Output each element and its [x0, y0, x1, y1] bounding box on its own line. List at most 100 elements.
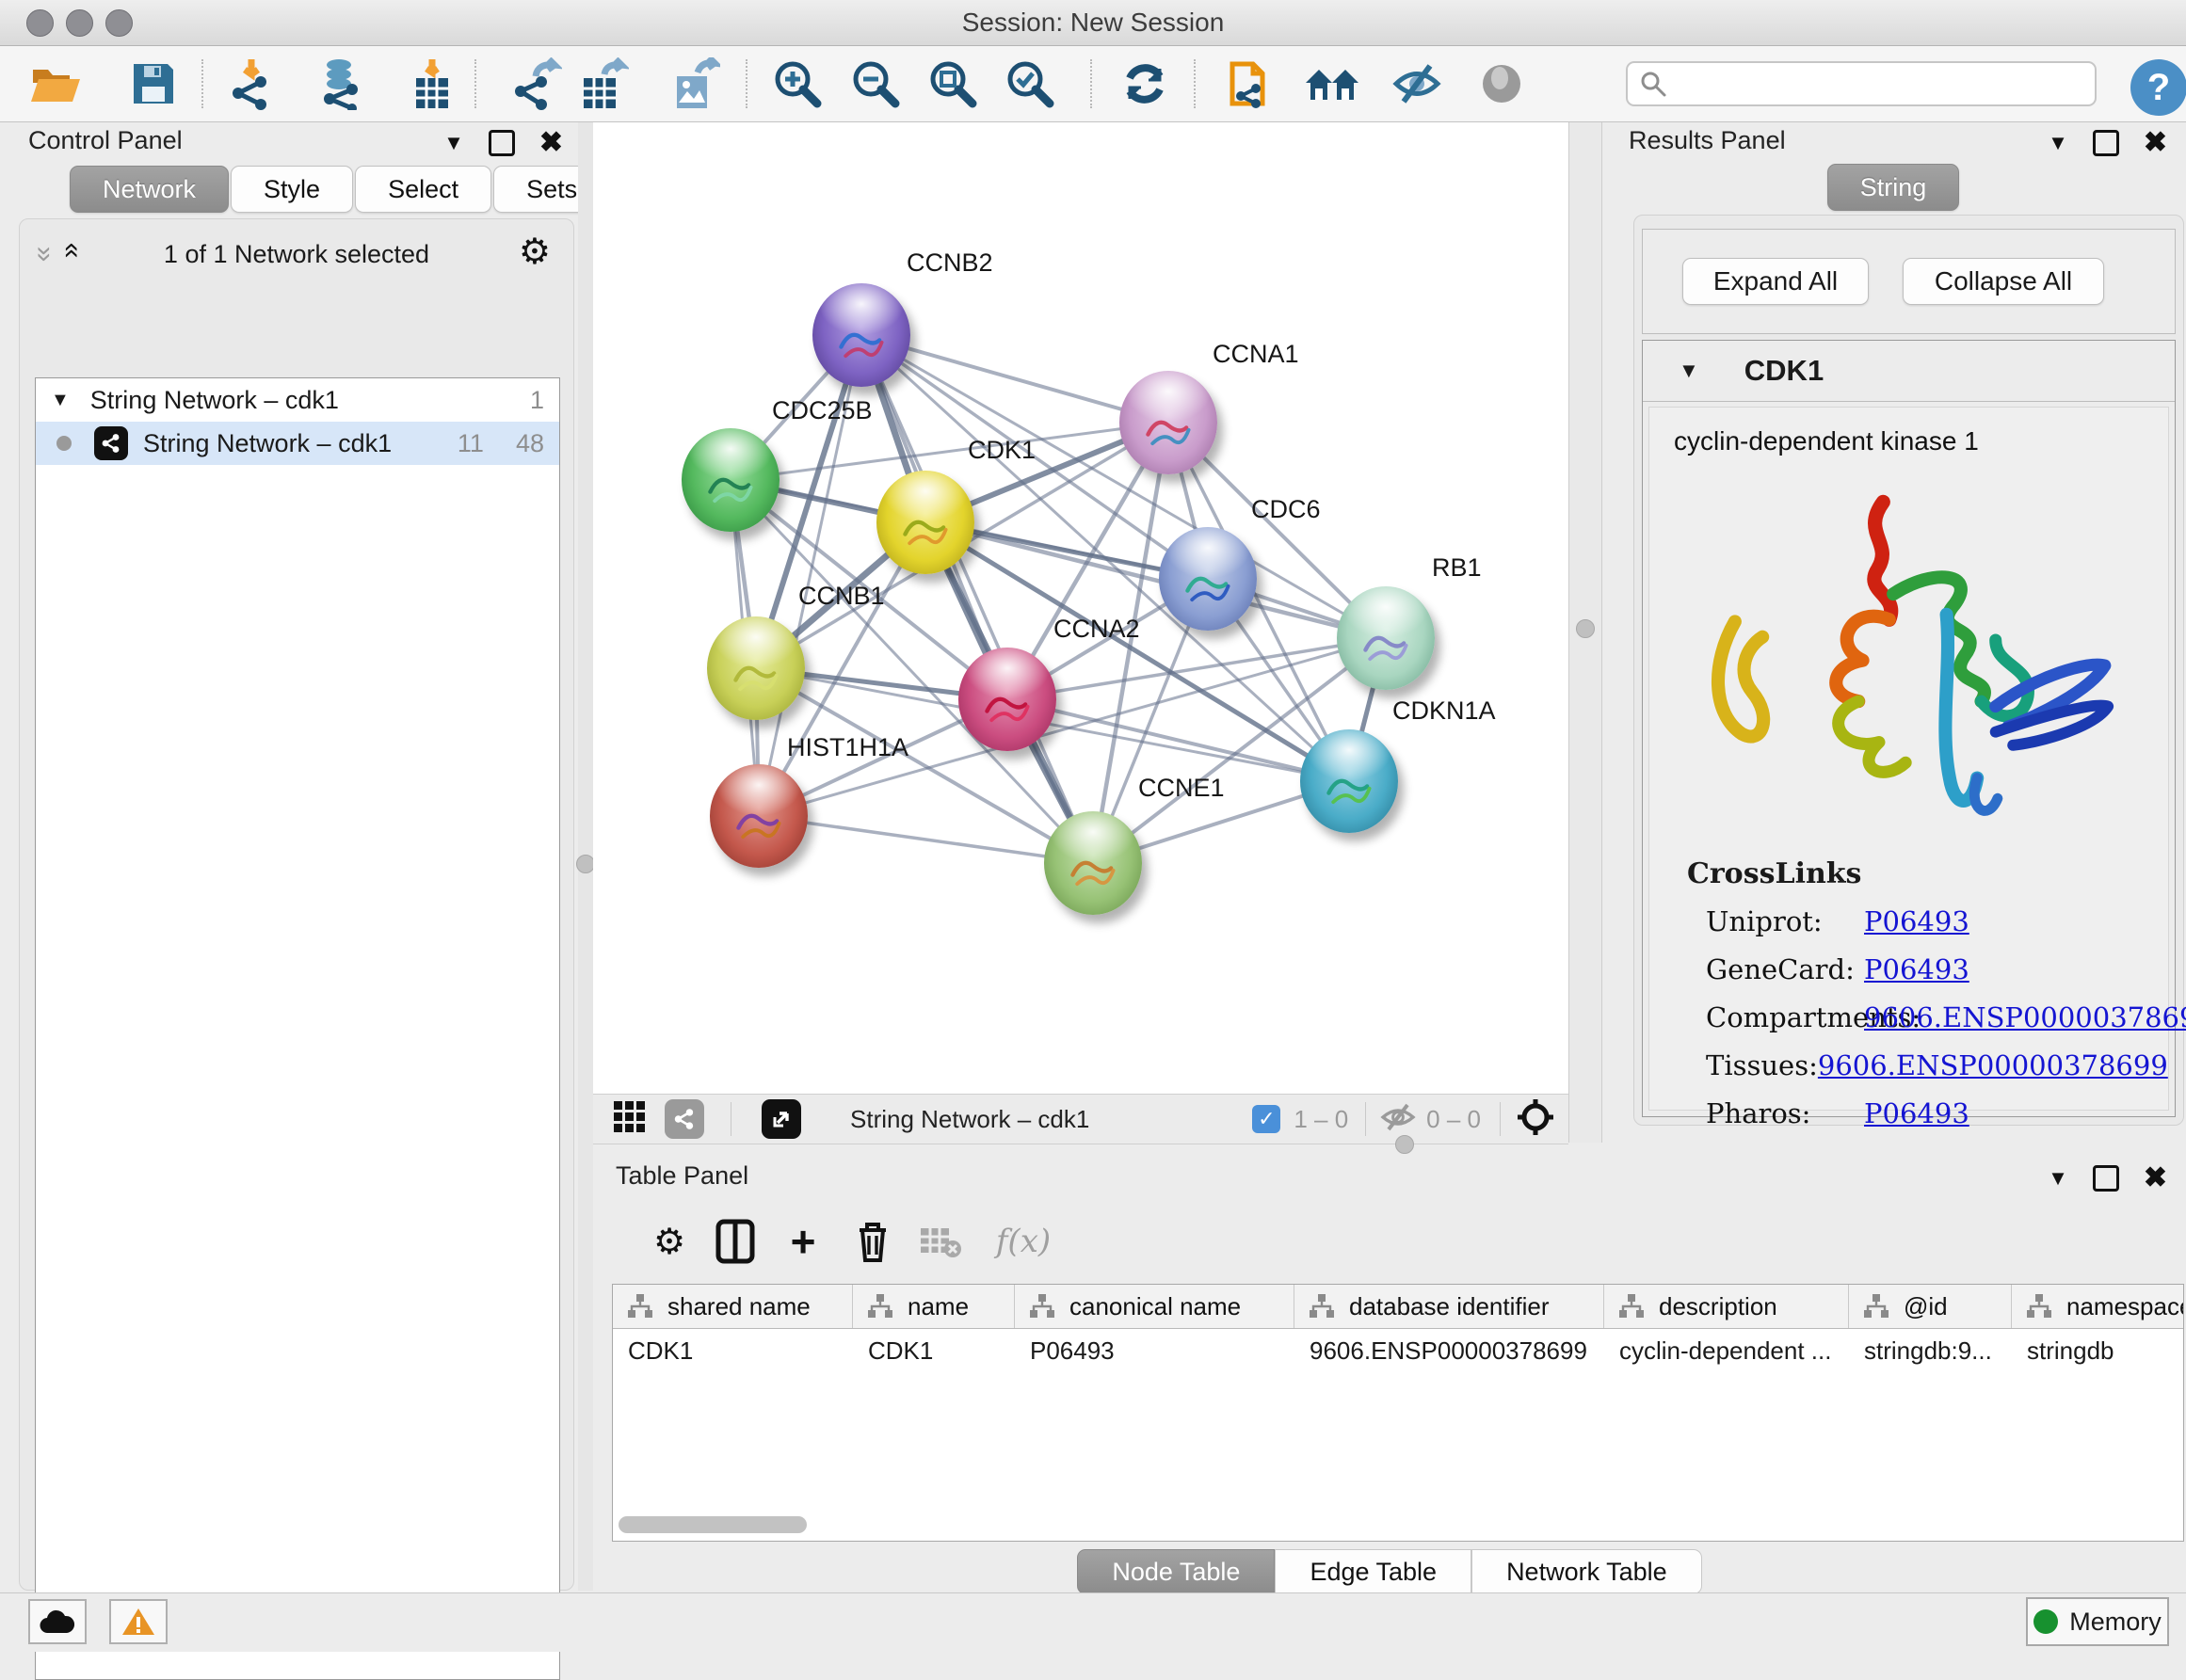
- grid-view-icon[interactable]: [612, 1099, 648, 1140]
- table-row[interactable]: CDK1CDK1P064939606.ENSP00000378699cyclin…: [613, 1329, 2183, 1372]
- network-node-cdk1[interactable]: [876, 471, 974, 574]
- expand-all-button[interactable]: Expand All: [1682, 258, 1869, 305]
- export-table-button[interactable]: [573, 54, 634, 114]
- share-file-button[interactable]: [1221, 54, 1281, 114]
- column-header--id[interactable]: @id: [1849, 1285, 2012, 1328]
- column-header-shared-name[interactable]: shared name: [613, 1285, 853, 1328]
- add-column-icon[interactable]: +: [774, 1212, 832, 1271]
- home-network-button[interactable]: [1302, 54, 1362, 114]
- column-header-description[interactable]: description: [1604, 1285, 1849, 1328]
- network-collection-row[interactable]: ▼ String Network – cdk1 1: [36, 378, 559, 422]
- network-options-gear-icon[interactable]: ⚙: [519, 231, 551, 272]
- panel-float-icon[interactable]: [2093, 130, 2119, 156]
- crosslinks-list: Uniprot:P06493GeneCard:P06493Compartment…: [1687, 897, 2159, 1137]
- table-cell[interactable]: stringdb:9...: [1849, 1329, 2012, 1372]
- import-table-button[interactable]: [402, 54, 462, 114]
- show-eye-button[interactable]: [1471, 54, 1532, 114]
- table-cell[interactable]: P06493: [1015, 1329, 1294, 1372]
- birdseye-toggle-icon[interactable]: [762, 1099, 801, 1139]
- collapse-all-button[interactable]: Collapse All: [1903, 258, 2104, 305]
- tab-node-table[interactable]: Node Table: [1077, 1549, 1275, 1594]
- column-header-canonical-name[interactable]: canonical name: [1015, 1285, 1294, 1328]
- zoom-fit-button[interactable]: [923, 54, 983, 114]
- tree-expander-icon[interactable]: ▼: [51, 390, 70, 411]
- column-header-namespace[interactable]: namespace: [2012, 1285, 2184, 1328]
- zoom-selected-button[interactable]: [1000, 54, 1060, 114]
- network-view[interactable]: CCNB2CCNA1CDC25BCDK1CDC6RB1CCNB1CCNA2CDK…: [593, 122, 1568, 1094]
- show-columns-icon[interactable]: [706, 1212, 764, 1271]
- import-network-button[interactable]: [224, 54, 284, 114]
- tab-style[interactable]: Style: [231, 166, 353, 213]
- network-node-ccne1[interactable]: [1044, 811, 1142, 915]
- center-view-icon[interactable]: [1516, 1097, 1555, 1142]
- network-node-cdkn1a[interactable]: [1300, 729, 1398, 833]
- network-node-ccna1[interactable]: [1119, 371, 1217, 474]
- save-session-button[interactable]: [123, 54, 184, 114]
- left-splitter-handle[interactable]: [576, 855, 595, 873]
- help-button[interactable]: ?: [2130, 59, 2186, 116]
- network-node-ccnb2[interactable]: [812, 283, 910, 387]
- share-view-icon[interactable]: [665, 1099, 704, 1139]
- memory-button[interactable]: Memory: [2026, 1597, 2169, 1646]
- network-row-selected[interactable]: String Network – cdk1 11 48: [36, 422, 559, 465]
- hide-panel-button[interactable]: [1387, 54, 1447, 114]
- tab-edge-table[interactable]: Edge Table: [1275, 1549, 1471, 1594]
- selected-indicator-icon[interactable]: ✓: [1252, 1105, 1280, 1133]
- panel-close-icon[interactable]: ✖: [2144, 1161, 2167, 1194]
- panel-close-icon[interactable]: ✖: [539, 126, 563, 159]
- crosslink-link[interactable]: 9606.ENSP00000378699: [1864, 1001, 2186, 1033]
- panel-collapse-icon[interactable]: ▼: [2048, 1166, 2068, 1191]
- hidden-indicator-icon[interactable]: [1379, 1102, 1417, 1137]
- network-node-ccnb1[interactable]: [707, 616, 805, 720]
- panel-close-icon[interactable]: ✖: [2144, 126, 2167, 159]
- crosslink-link[interactable]: P06493: [1864, 905, 1969, 937]
- right-splitter[interactable]: [1568, 122, 1602, 1143]
- network-edge[interactable]: [861, 335, 1093, 863]
- table-cell[interactable]: 9606.ENSP00000378699: [1294, 1329, 1604, 1372]
- cloud-status-button[interactable]: [28, 1599, 87, 1644]
- crosslink-link[interactable]: P06493: [1864, 953, 1969, 985]
- panel-float-icon[interactable]: [2093, 1165, 2119, 1192]
- network-node-cdc25b[interactable]: [682, 428, 780, 532]
- panel-float-icon[interactable]: [489, 130, 515, 156]
- tab-string[interactable]: String: [1827, 164, 1960, 211]
- entry-collapse-icon[interactable]: ▼: [1679, 359, 1699, 383]
- table-cell[interactable]: cyclin-dependent ...: [1604, 1329, 1849, 1372]
- table-settings-gear-icon[interactable]: ⚙: [640, 1212, 699, 1271]
- export-image-button[interactable]: [665, 54, 725, 114]
- table-cell[interactable]: CDK1: [853, 1329, 1015, 1372]
- tab-network[interactable]: Network: [70, 166, 229, 213]
- table-horizontal-scrollbar[interactable]: [619, 1516, 807, 1533]
- right-splitter-handle[interactable]: [1576, 619, 1595, 638]
- network-node-ccna2[interactable]: [958, 648, 1056, 751]
- table-cell[interactable]: stringdb: [2012, 1329, 2184, 1372]
- crosslink-link[interactable]: P06493: [1864, 1097, 1969, 1129]
- left-splitter[interactable]: [578, 122, 593, 1591]
- table-cell[interactable]: CDK1: [613, 1329, 853, 1372]
- network-node-hist1h1a[interactable]: [710, 764, 808, 868]
- zoom-in-button[interactable]: [767, 54, 828, 114]
- network-edge[interactable]: [759, 816, 1093, 863]
- import-database-button[interactable]: [313, 54, 374, 114]
- search-field[interactable]: [1626, 61, 2097, 106]
- refresh-button[interactable]: [1115, 54, 1175, 114]
- column-header-name[interactable]: name: [853, 1285, 1015, 1328]
- delete-column-icon[interactable]: [844, 1212, 902, 1271]
- tab-network-table[interactable]: Network Table: [1471, 1549, 1702, 1594]
- network-edge[interactable]: [1007, 699, 1349, 781]
- network-node-rb1[interactable]: [1337, 586, 1435, 690]
- crosslink-label: Tissues:: [1687, 1049, 1818, 1081]
- warning-status-button[interactable]: [109, 1599, 168, 1644]
- search-input[interactable]: [1667, 69, 2095, 100]
- panel-collapse-icon[interactable]: ▼: [443, 131, 464, 155]
- network-node-cdc6[interactable]: [1159, 527, 1257, 631]
- crosslink-link[interactable]: 9606.ENSP00000378699: [1818, 1049, 2168, 1081]
- network-edge[interactable]: [925, 522, 1386, 638]
- export-network-button[interactable]: [506, 54, 567, 114]
- open-session-button[interactable]: [25, 54, 86, 114]
- tab-select[interactable]: Select: [355, 166, 491, 213]
- column-header-database-identifier[interactable]: database identifier: [1294, 1285, 1604, 1328]
- zoom-out-button[interactable]: [845, 54, 906, 114]
- gene-entry-header[interactable]: ▼ CDK1: [1643, 341, 2175, 402]
- panel-collapse-icon[interactable]: ▼: [2048, 131, 2068, 155]
